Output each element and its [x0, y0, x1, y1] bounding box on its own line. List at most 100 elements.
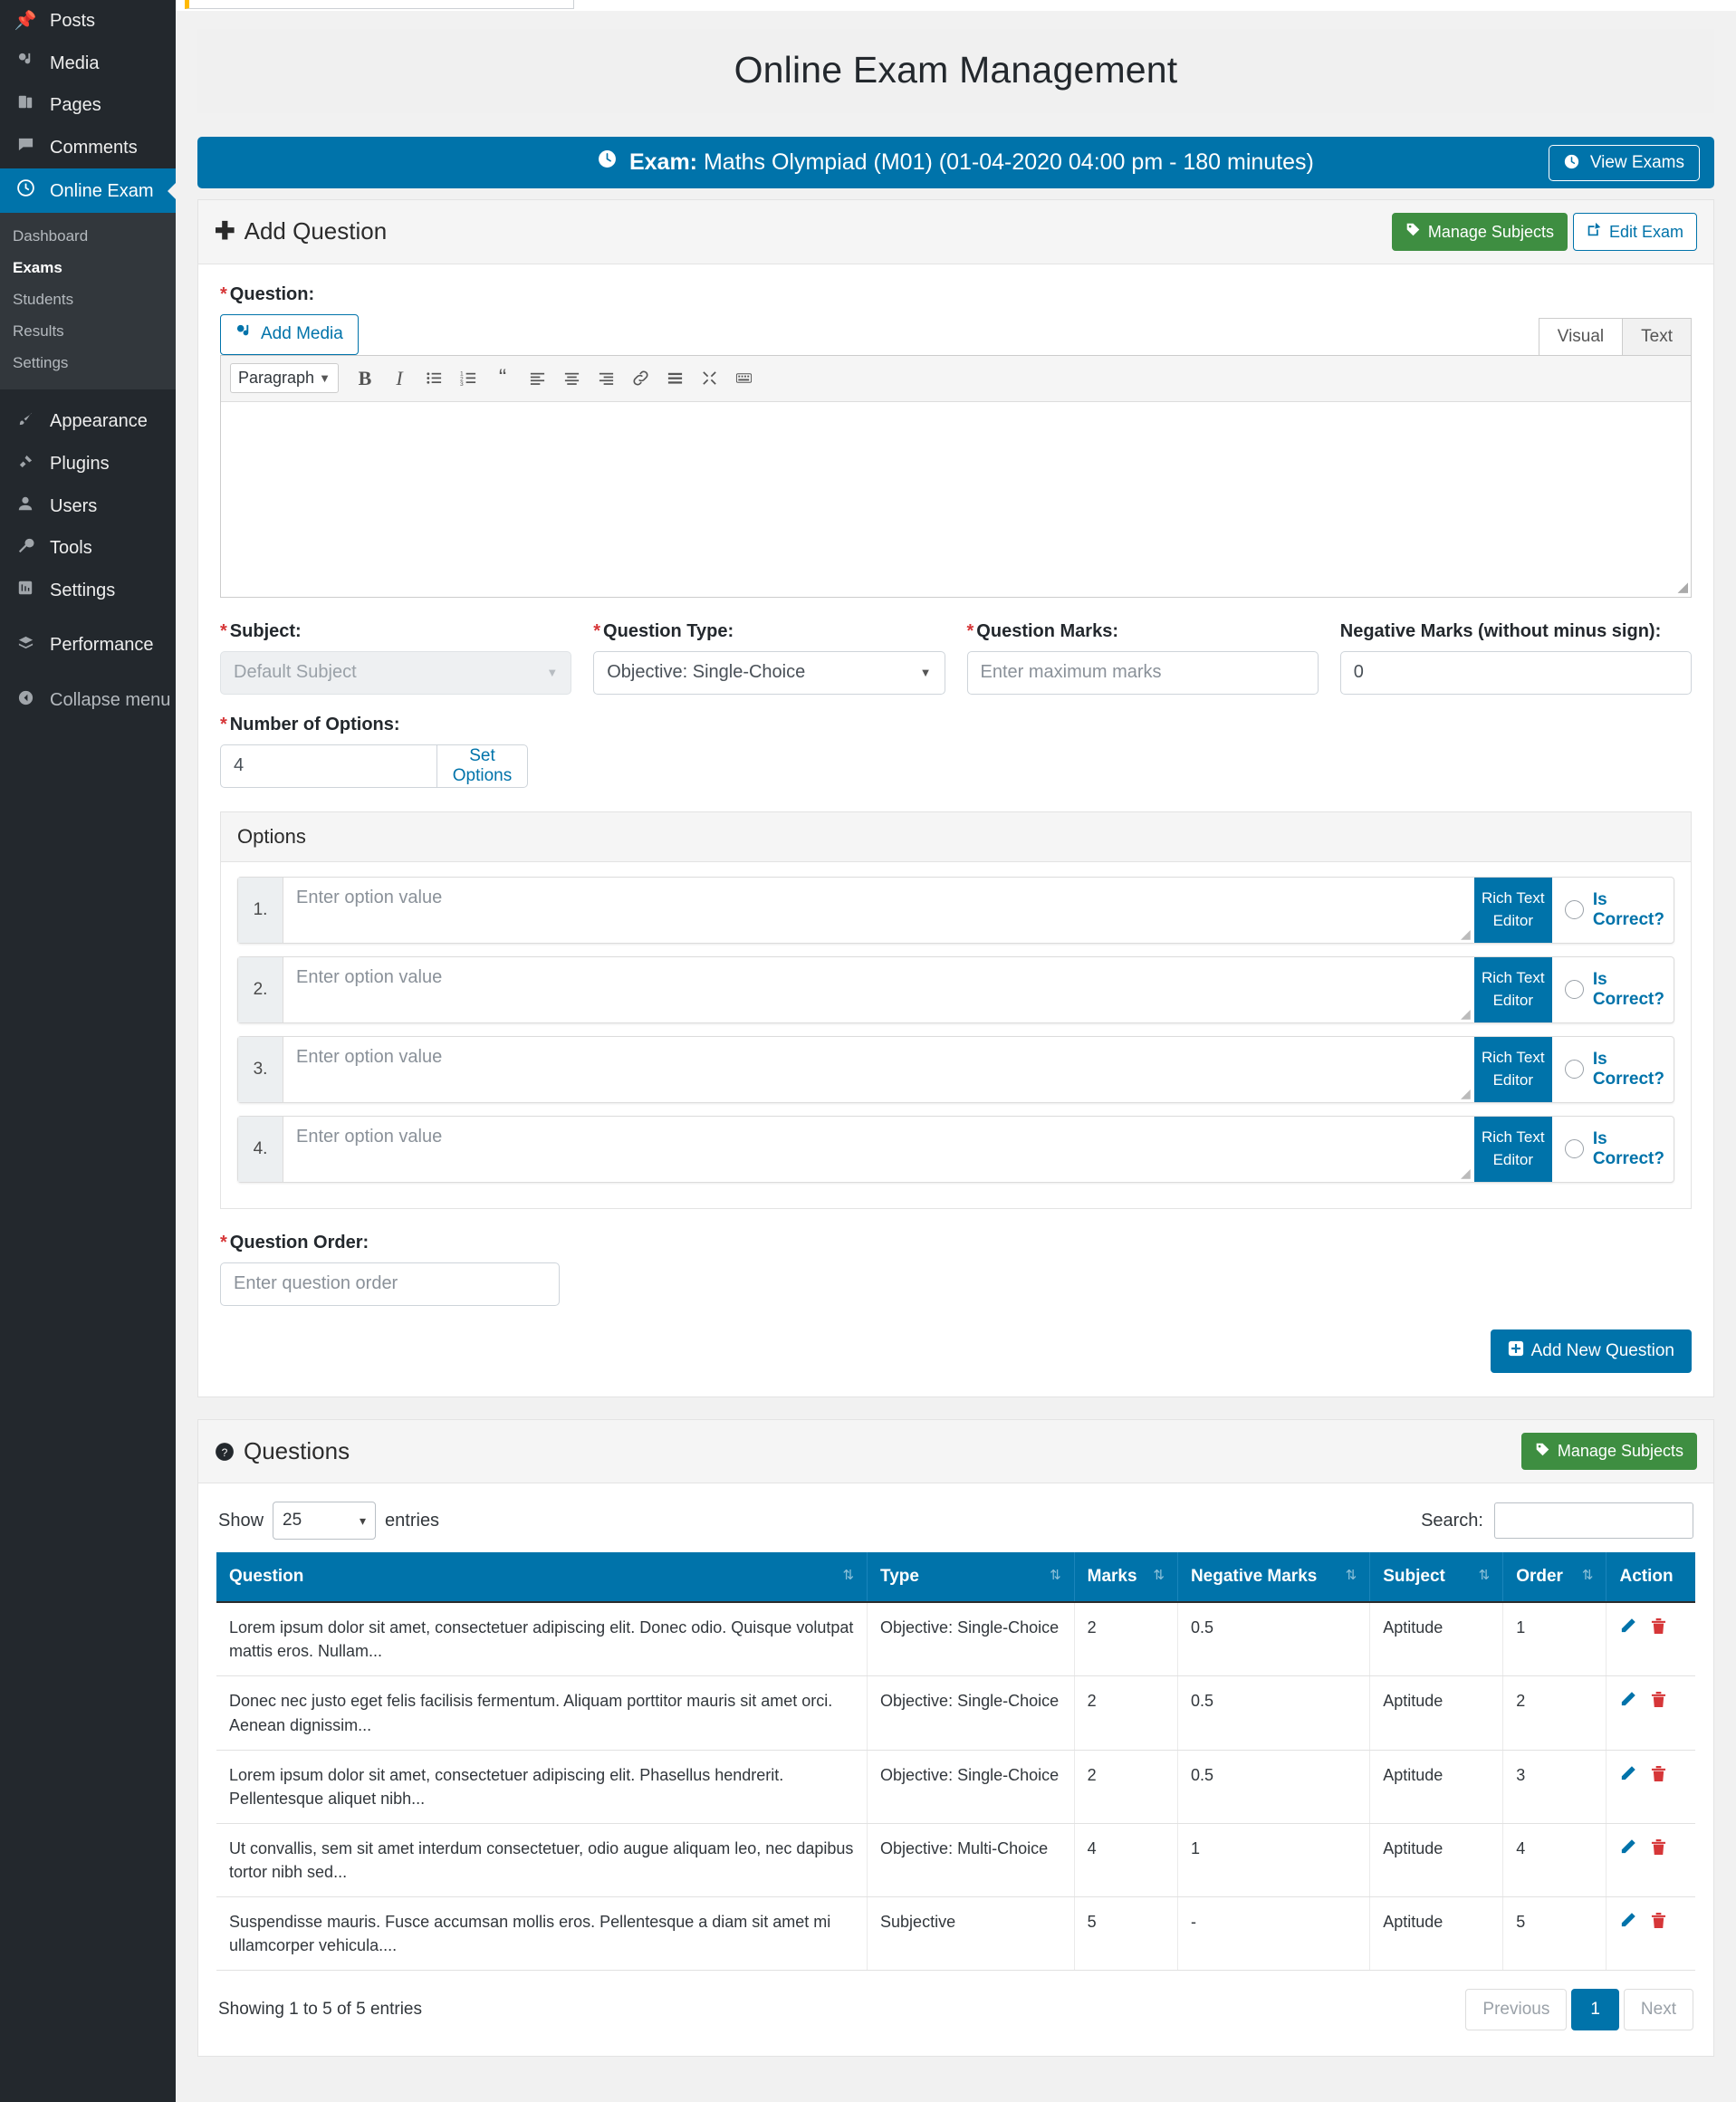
is-correct-radio[interactable]	[1564, 980, 1584, 1000]
question-marks-input[interactable]: Enter maximum marks	[966, 650, 1319, 695]
rich-text-editor-button[interactable]: Rich Text Editor	[1473, 1036, 1552, 1102]
show-label: Show	[218, 1510, 264, 1531]
is-correct-field[interactable]: Is Correct?	[1552, 957, 1674, 1022]
is-correct-radio[interactable]	[1564, 900, 1584, 920]
sidebar-subitem-students[interactable]: Students	[0, 284, 176, 316]
sidebar-item-comments[interactable]: Comments	[0, 126, 176, 168]
rich-text-editor-button[interactable]: Rich Text Editor	[1473, 956, 1552, 1022]
sidebar-item-pages[interactable]: Pages	[0, 84, 176, 126]
pencil-icon[interactable]	[1619, 1763, 1636, 1790]
trash-icon[interactable]	[1651, 1763, 1666, 1790]
cell-negative-marks: 0.5	[1177, 1601, 1371, 1677]
question-order-input[interactable]: Enter question order	[220, 1262, 560, 1306]
bulleted-list-icon[interactable]	[418, 363, 449, 394]
plug-icon	[13, 453, 38, 475]
exam-detail: Maths Olympiad (M01) (01-04-2020 04:00 p…	[697, 149, 1314, 175]
cell-question: Suspendisse mauris. Fusce accumsan molli…	[216, 1896, 868, 1972]
resize-grip-icon[interactable]: ◢	[1677, 579, 1688, 595]
fullscreen-icon[interactable]	[694, 363, 724, 394]
pencil-icon[interactable]	[1619, 1616, 1636, 1643]
trash-icon[interactable]	[1651, 1837, 1666, 1864]
tag-icon	[1405, 222, 1421, 242]
trash-icon[interactable]	[1651, 1910, 1666, 1937]
number-of-options-input[interactable]: 4	[220, 744, 436, 788]
negative-marks-input[interactable]: 0	[1339, 650, 1692, 695]
paragraph-format-select[interactable]: Paragraph ▼	[230, 363, 339, 394]
toolbar-toggle-icon[interactable]	[728, 363, 759, 394]
resize-grip-icon[interactable]: ◢	[1461, 1086, 1471, 1101]
sidebar-item-media[interactable]: Media	[0, 42, 176, 84]
align-center-icon[interactable]	[556, 363, 587, 394]
edit-exam-button[interactable]: Edit Exam	[1572, 213, 1697, 251]
pencil-icon[interactable]	[1619, 1910, 1636, 1937]
questions-table: ⇅ Question ⇅ Type ⇅ Marks ⇅ Negative Marks ⇅…	[216, 1552, 1695, 1972]
resize-grip-icon[interactable]: ◢	[1461, 926, 1471, 942]
subject-select[interactable]: Default Subject ▼	[220, 650, 572, 695]
column-header-order[interactable]: ⇅ Order	[1502, 1552, 1607, 1603]
tab-visual[interactable]: Visual	[1538, 317, 1624, 355]
resize-grip-icon[interactable]: ◢	[1461, 1166, 1471, 1181]
rich-text-editor-button[interactable]: Rich Text Editor	[1473, 877, 1552, 943]
add-media-button[interactable]: Add Media	[220, 313, 359, 355]
option-value-input[interactable]: Enter option value ◢	[283, 1117, 1474, 1182]
set-options-button[interactable]: Set Options	[436, 744, 528, 788]
question-type-select[interactable]: Objective: Single-Choice ▼	[593, 650, 945, 695]
column-header-marks[interactable]: ⇅ Marks	[1074, 1552, 1178, 1603]
rich-text-editor-button[interactable]: Rich Text Editor	[1473, 1116, 1552, 1182]
is-correct-label: Is Correct?	[1592, 889, 1664, 929]
is-correct-radio[interactable]	[1564, 1060, 1584, 1080]
pagination-previous[interactable]: Previous	[1465, 1989, 1568, 2031]
trash-icon[interactable]	[1651, 1616, 1666, 1643]
trash-icon[interactable]	[1651, 1689, 1666, 1716]
align-right-icon[interactable]	[590, 363, 621, 394]
bold-icon[interactable]: B	[350, 363, 380, 394]
column-header-type[interactable]: ⇅ Type	[867, 1552, 1075, 1603]
column-header-negative-marks[interactable]: ⇅ Negative Marks	[1177, 1552, 1371, 1603]
is-correct-radio[interactable]	[1564, 1139, 1584, 1159]
sidebar-item-appearance[interactable]: Appearance	[0, 400, 176, 443]
is-correct-field[interactable]: Is Correct?	[1552, 878, 1674, 943]
sidebar-collapse-menu[interactable]: Collapse menu	[0, 679, 176, 722]
sidebar-subitem-settings[interactable]: Settings	[0, 348, 176, 379]
pagination-page-1[interactable]: 1	[1571, 1989, 1619, 2031]
pencil-icon[interactable]	[1619, 1689, 1636, 1716]
pencil-icon[interactable]	[1619, 1837, 1636, 1864]
sidebar-subitem-label: Settings	[13, 353, 69, 371]
resize-grip-icon[interactable]: ◢	[1461, 1006, 1471, 1022]
entries-select[interactable]: 25 ▾	[273, 1502, 377, 1541]
sidebar-item-tools[interactable]: Tools	[0, 527, 176, 570]
sidebar-item-users[interactable]: Users	[0, 485, 176, 527]
tab-text[interactable]: Text	[1622, 317, 1692, 355]
question-editor-area[interactable]: ◢	[221, 401, 1691, 597]
pagination-next[interactable]: Next	[1623, 1989, 1693, 2031]
option-value-input[interactable]: Enter option value ◢	[283, 957, 1474, 1022]
sidebar-item-online-exam[interactable]: Online Exam	[0, 168, 176, 213]
sidebar-item-posts[interactable]: 📌 Posts	[0, 0, 176, 42]
option-value-input[interactable]: Enter option value ◢	[283, 878, 1474, 943]
manage-subjects-button[interactable]: Manage Subjects	[1520, 1432, 1697, 1471]
column-header-question[interactable]: ⇅ Question	[216, 1552, 868, 1603]
sidebar-subitem-dashboard[interactable]: Dashboard	[0, 221, 176, 253]
add-new-question-button[interactable]: Add New Question	[1490, 1329, 1692, 1373]
column-header-subject[interactable]: ⇅ Subject	[1369, 1552, 1504, 1603]
option-value-input[interactable]: Enter option value ◢	[283, 1037, 1474, 1102]
insert-more-icon[interactable]	[659, 363, 690, 394]
question-editor-block: * Question: Add Media Visual Text Paragr…	[220, 284, 1692, 598]
sidebar-item-performance[interactable]: Performance	[0, 624, 176, 667]
sidebar-item-plugins[interactable]: Plugins	[0, 443, 176, 485]
view-exams-button[interactable]: View Exams	[1548, 144, 1700, 181]
align-left-icon[interactable]	[522, 363, 552, 394]
italic-icon[interactable]: I	[384, 363, 415, 394]
column-label: Marks	[1087, 1567, 1137, 1587]
entries-info: Showing 1 to 5 of 5 entries	[218, 2000, 422, 2020]
blockquote-icon[interactable]: “	[487, 363, 518, 394]
is-correct-field[interactable]: Is Correct?	[1552, 1037, 1674, 1102]
sidebar-subitem-results[interactable]: Results	[0, 316, 176, 348]
manage-subjects-button[interactable]: Manage Subjects	[1391, 213, 1568, 251]
is-correct-field[interactable]: Is Correct?	[1552, 1117, 1674, 1182]
sidebar-subitem-exams[interactable]: Exams	[0, 253, 176, 284]
link-icon[interactable]	[625, 363, 656, 394]
search-input[interactable]	[1494, 1502, 1693, 1540]
sidebar-item-settings[interactable]: Settings	[0, 570, 176, 611]
numbered-list-icon[interactable]: 123	[453, 363, 484, 394]
